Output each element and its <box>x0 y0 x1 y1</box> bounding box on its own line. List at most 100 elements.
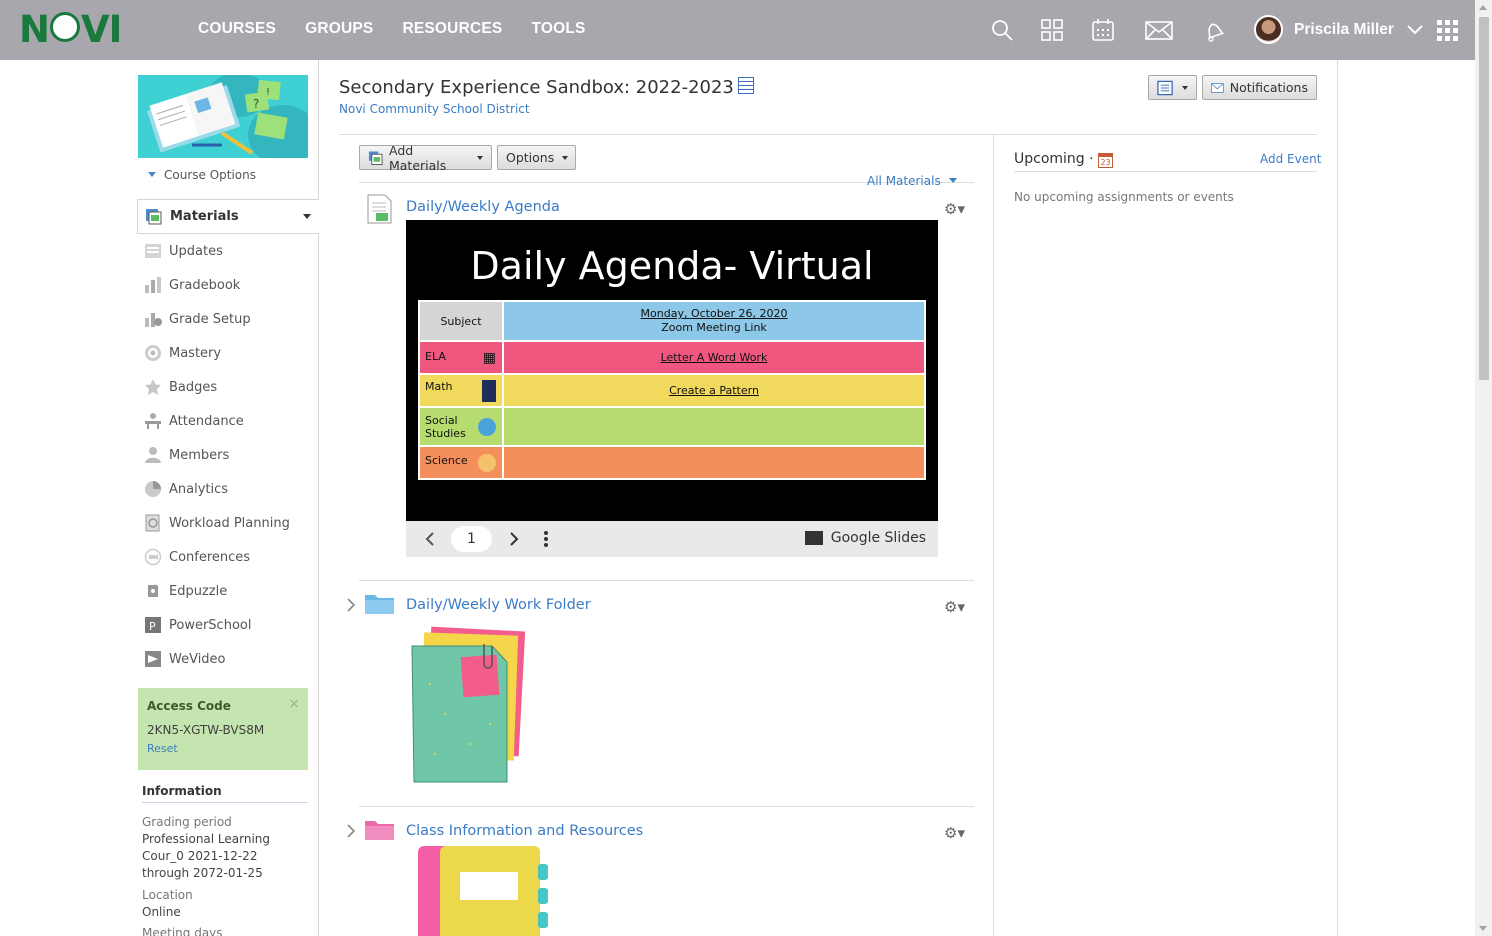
globe-icon <box>478 417 496 436</box>
sidebar-item-analytics[interactable]: Analytics <box>137 472 319 506</box>
bell-icon[interactable] <box>1202 18 1226 42</box>
sidebar-item-conferences[interactable]: Conferences <box>137 540 319 574</box>
chevron-left-icon[interactable] <box>425 532 435 546</box>
attendance-icon <box>145 413 161 429</box>
notebook-illustration-icon <box>418 846 548 936</box>
folder-icon[interactable] <box>364 592 395 615</box>
sidebar-item-members[interactable]: Members <box>137 438 319 472</box>
scroll-thumb[interactable] <box>1479 17 1489 380</box>
updates-icon <box>145 244 161 258</box>
agenda-zoom-link[interactable]: Zoom Meeting Link <box>661 321 767 334</box>
search-icon[interactable] <box>990 18 1014 42</box>
waffle-menu-icon[interactable] <box>1437 20 1458 41</box>
content-right-border <box>1337 60 1338 936</box>
course-image[interactable]: ? ! <box>138 75 308 158</box>
sidebar-item-updates[interactable]: Updates <box>137 234 319 268</box>
scroll-up-icon[interactable] <box>1479 5 1487 10</box>
district-link[interactable]: Novi Community School District <box>339 102 530 116</box>
chevron-right-icon[interactable] <box>509 532 519 546</box>
caret-down-icon <box>948 178 957 183</box>
course-title-text: Secondary Experience Sandbox: 2022-2023 <box>339 77 734 98</box>
access-code-reset-link[interactable]: Reset <box>147 742 299 755</box>
material-title-work-folder[interactable]: Daily/Weekly Work Folder <box>406 597 591 613</box>
agenda-link-ela[interactable]: Letter A Word Work <box>502 340 926 375</box>
material-title-class-information[interactable]: Class Information and Resources <box>406 823 643 839</box>
material-title-daily-weekly-agenda[interactable]: Daily/Weekly Agenda <box>406 199 560 215</box>
gear-icon[interactable]: ⚙▾ <box>944 200 965 218</box>
user-menu[interactable]: Priscila Miller <box>1254 15 1423 44</box>
upcoming-title: Upcoming <box>1014 151 1085 167</box>
apps-grid-icon[interactable] <box>1040 18 1064 42</box>
google-slides-embed[interactable]: Daily Agenda- Virtual Subject Monday, Oc… <box>406 220 938 521</box>
slide-page-number: 1 <box>451 526 492 552</box>
google-slides-link[interactable]: Google Slides <box>804 530 926 546</box>
add-event-link[interactable]: Add Event <box>1260 152 1321 166</box>
calendar-icon[interactable]: 23 <box>1098 153 1114 168</box>
add-materials-label: Add Materials <box>388 142 447 173</box>
user-name: Priscila Miller <box>1294 20 1394 38</box>
title-divider <box>339 134 1317 135</box>
column-divider <box>993 134 994 936</box>
sidebar-item-attendance[interactable]: Attendance <box>137 404 319 438</box>
course-options-link[interactable]: Course Options <box>148 168 256 182</box>
close-icon[interactable]: × <box>288 696 300 712</box>
location-info: Location Online <box>142 887 308 921</box>
course-view-dropdown[interactable] <box>1148 75 1197 100</box>
gear-icon[interactable]: ⚙▾ <box>944 824 965 842</box>
calendar-icon[interactable] <box>1091 18 1115 42</box>
agenda-subject-ela: ELA ▦ <box>418 340 504 375</box>
scroll-down-icon[interactable] <box>1479 926 1487 931</box>
sidebar-item-label: PowerSchool <box>169 617 252 633</box>
chevron-right-icon[interactable] <box>346 824 356 838</box>
nav-resources[interactable]: RESOURCES <box>402 20 502 38</box>
notifications-button[interactable]: Notifications <box>1202 75 1317 100</box>
page-title: Secondary Experience Sandbox: 2022-2023 <box>339 77 754 98</box>
sidebar-item-label: Attendance <box>169 413 244 429</box>
nav-tools[interactable]: TOOLS <box>531 20 585 38</box>
all-materials-label[interactable]: All Materials <box>867 174 941 188</box>
chevron-down-icon[interactable] <box>1407 24 1423 35</box>
gear-icon[interactable]: ⚙▾ <box>944 598 965 616</box>
sidebar-item-grade-setup[interactable]: Grade Setup <box>137 302 319 336</box>
edpuzzle-icon <box>148 584 159 597</box>
course-book-icon[interactable] <box>737 77 754 94</box>
sidebar-item-label: Workload Planning <box>169 515 290 531</box>
svg-text:P: P <box>149 620 156 633</box>
envelope-icon <box>1211 82 1224 93</box>
caret-down-icon[interactable] <box>303 214 311 219</box>
agenda-subject-label: Math <box>425 379 453 393</box>
novi-logo[interactable]: N VI <box>19 11 122 48</box>
district-seal-icon <box>49 12 80 42</box>
mastery-icon <box>145 345 161 361</box>
course-options-label[interactable]: Course Options <box>164 168 256 182</box>
page-scrollbar[interactable] <box>1475 0 1492 936</box>
sidebar-item-label: Analytics <box>169 481 229 497</box>
slide-title: Daily Agenda- Virtual <box>470 244 874 288</box>
sidebar-item-label: Edpuzzle <box>169 583 228 599</box>
main-nav: COURSES GROUPS RESOURCES TOOLS <box>198 20 586 38</box>
sidebar-item-label: Materials <box>170 209 239 224</box>
sidebar-item-mastery[interactable]: Mastery <box>137 336 319 370</box>
agenda-link-science <box>502 445 926 480</box>
access-code-value: 2KN5-XGTW-BVS8M <box>147 723 265 737</box>
sidebar-item-gradebook[interactable]: Gradebook <box>137 268 319 302</box>
svg-text:!: ! <box>266 87 270 98</box>
nav-groups[interactable]: GROUPS <box>305 20 373 38</box>
add-materials-button[interactable]: Add Materials <box>359 142 492 173</box>
sidebar-item-workload-planning[interactable]: Workload Planning <box>137 506 319 540</box>
sidebar-item-powerschool[interactable]: P PowerSchool <box>137 608 319 642</box>
folder-icon[interactable] <box>364 818 395 841</box>
more-vertical-icon[interactable] <box>543 531 549 547</box>
location-label: Location <box>142 888 193 902</box>
sidebar-item-badges[interactable]: Badges <box>137 370 319 404</box>
options-button[interactable]: Options <box>497 145 576 170</box>
sidebar-item-materials[interactable]: Materials <box>137 199 319 234</box>
nav-courses[interactable]: COURSES <box>198 20 276 38</box>
chevron-right-icon[interactable] <box>346 598 356 612</box>
mail-icon[interactable] <box>1145 18 1173 42</box>
agenda-link-math[interactable]: Create a Pattern <box>502 373 926 408</box>
sidebar-item-edpuzzle[interactable]: Edpuzzle <box>137 574 319 608</box>
options-label: Options <box>506 150 555 165</box>
all-materials-filter[interactable]: All Materials <box>867 174 957 188</box>
sidebar-item-wevideo[interactable]: WeVideo <box>137 642 319 676</box>
